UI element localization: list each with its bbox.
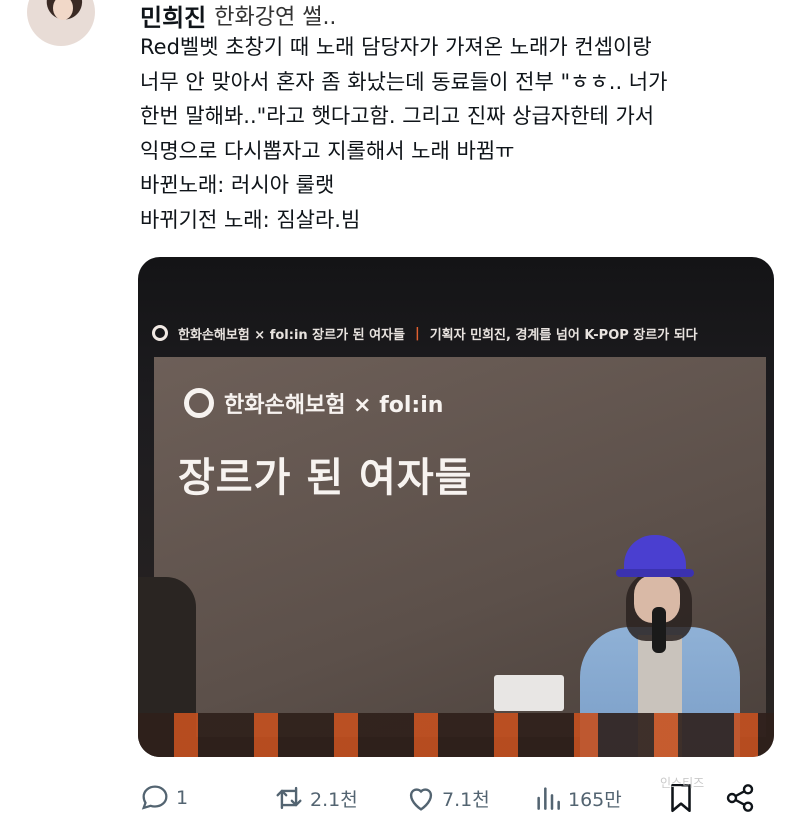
reply-icon (141, 785, 168, 810)
retweet-count: 2.1천 (310, 788, 358, 811)
like-button[interactable]: 7.1천 (404, 778, 490, 818)
screen-brand: 한화손해보험 × fol:in (224, 393, 444, 418)
post-header: 민희진 한화강연 썰.. (140, 0, 337, 33)
post-text-line: Red벨벳 초창기 때 노래 담당자가 가져온 노래가 컨셉이랑 (140, 35, 652, 59)
post-subtitle: 한화강연 썰.. (214, 5, 337, 30)
post-text-line: 바뀐노래: 러시아 룰랫 (140, 173, 335, 197)
retweet-icon (276, 786, 302, 810)
banner-brand: 한화손해보험 × fol:in 장르가 된 여자들 (178, 327, 405, 343)
heart-icon (409, 788, 433, 811)
like-count: 7.1천 (442, 788, 490, 811)
post-text: Red벨벳 초창기 때 노래 담당자가 가져온 노래가 컨셉이랑 너무 안 맞아… (140, 30, 780, 237)
post-text-line: 한번 말해봐.."라고 햇다고함. 그리고 진짜 상급자한테 가서 (140, 104, 655, 128)
share-icon (726, 784, 754, 812)
avatar[interactable] (27, 0, 95, 46)
podium (494, 675, 564, 711)
post-text-line: 바뀌기전 노래: 짐살라.빔 (140, 207, 361, 232)
banner-subtitle: 기획자 민희진, 경계를 넘어 K-POP 장르가 되다 (429, 327, 698, 343)
watermark: 인스티즈 (660, 776, 705, 790)
retweet-button[interactable]: 2.1천 (272, 778, 358, 818)
reply-button[interactable]: 1 (138, 778, 188, 818)
banner-separator: | (414, 325, 420, 341)
display-name[interactable]: 민희진 (140, 0, 206, 33)
post-image[interactable]: 한화손해보험 × fol:in 장르가 된 여자들 | 기획자 민희진, 경계를… (138, 257, 774, 757)
event-banner: 한화손해보험 × fol:in 장르가 된 여자들 | 기획자 민희진, 경계를… (138, 313, 774, 353)
reply-count: 1 (176, 787, 189, 809)
screen-title: 장르가 된 여자들 (178, 455, 473, 501)
views-button[interactable]: 165만 (532, 778, 622, 818)
views-chart-icon (537, 787, 560, 810)
presentation-screen: 한화손해보험 × fol:in 장르가 된 여자들 (154, 357, 766, 757)
post-text-line: 너무 안 맞아서 혼자 좀 화났는데 동료들이 전부 "ㅎㅎ.. 너가 (140, 69, 668, 94)
screen-logo: 한화손해보험 × fol:in (184, 387, 443, 419)
post-text-line: 익명으로 다시뽑자고 지롤해서 노래 바뀜ㅠ (140, 138, 515, 163)
hanwha-logo-icon (152, 325, 168, 341)
speaker-cap-brim (616, 569, 694, 577)
avatar-face (53, 0, 73, 20)
stage-edge (138, 713, 774, 757)
microphone (652, 607, 666, 653)
share-button[interactable] (724, 778, 756, 818)
hanwha-logo-icon (184, 388, 214, 418)
view-count: 165만 (568, 788, 622, 811)
